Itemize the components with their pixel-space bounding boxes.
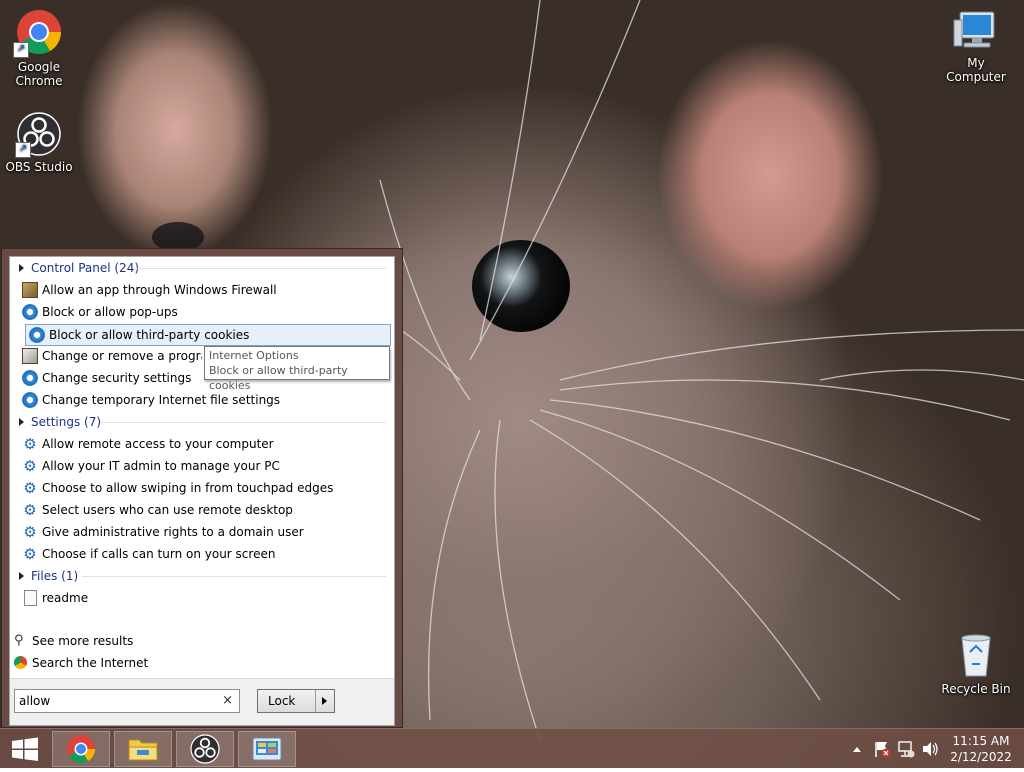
category-files[interactable]: Files (1) (19, 566, 78, 586)
chrome-icon (14, 656, 27, 669)
firewall-icon (22, 282, 38, 298)
power-options-arrow-icon[interactable] (315, 690, 334, 712)
programs-icon (22, 348, 38, 364)
result-allow-remote-access[interactable]: ⚙ Allow remote access to your computer (18, 434, 384, 454)
search-icon: ⚲ (14, 633, 24, 648)
result-allow-app-firewall[interactable]: Allow an app through Windows Firewall (18, 280, 384, 300)
chrome-icon: ↗ (13, 8, 63, 58)
recycle-bin-icon (952, 630, 1000, 678)
desktop-icon-obs[interactable]: ↗ OBS Studio (1, 112, 77, 174)
desktop-icon-my-computer[interactable]: My Computer (936, 10, 1016, 84)
taskbar: 11:15 AM 2/12/2022 (0, 728, 1024, 768)
network-icon (898, 741, 915, 758)
result-touchpad-swiping[interactable]: ⚙ Choose to allow swiping in from touchp… (18, 478, 384, 498)
file-explorer-icon (128, 739, 158, 761)
gear-icon: ⚙ (23, 523, 37, 541)
gear-icon: ⚙ (23, 435, 37, 453)
desktop-icon-chrome[interactable]: ↗ Google Chrome (1, 8, 77, 88)
taskbar-file-explorer-button[interactable] (114, 731, 172, 767)
clock-time: 11:15 AM (952, 734, 1010, 748)
start-button[interactable] (0, 729, 48, 769)
gear-icon: ⚙ (23, 457, 37, 475)
taskbar-chrome-button[interactable] (52, 731, 110, 767)
result-block-popups[interactable]: Block or allow pop-ups (18, 302, 384, 322)
speaker-icon (923, 742, 938, 756)
result-allow-it-admin[interactable]: ⚙ Allow your IT admin to manage your PC (18, 456, 384, 476)
clock-date: 2/12/2022 (950, 750, 1012, 764)
clear-search-icon[interactable]: × (222, 693, 233, 708)
system-clock[interactable]: 11:15 AM 2/12/2022 (944, 733, 1018, 765)
tooltip-text: Block or allow third-party cookies (209, 364, 348, 392)
network-button[interactable] (896, 729, 916, 769)
gear-icon: ⚙ (23, 501, 37, 519)
tooltip: Internet Options Block or allow third-pa… (204, 346, 390, 392)
result-readme[interactable]: readme (18, 588, 384, 608)
result-calls-turn-on-screen[interactable]: ⚙ Choose if calls can turn on your scree… (18, 544, 384, 564)
expand-arrow-icon (19, 264, 24, 272)
obs-icon (190, 734, 220, 764)
internet-options-icon (22, 392, 38, 408)
search-input[interactable] (19, 691, 209, 711)
result-remote-desktop-users[interactable]: ⚙ Select users who can use remote deskto… (18, 500, 384, 520)
desktop-icon-label: My Computer (946, 56, 1006, 84)
result-block-third-party-cookies[interactable]: Block or allow third-party cookies (25, 324, 391, 346)
gear-icon: ⚙ (23, 479, 37, 497)
show-hidden-icons-button[interactable] (850, 729, 864, 769)
volume-button[interactable] (920, 729, 940, 769)
computer-icon (952, 10, 1000, 52)
desktop-icon-recycle-bin[interactable]: Recycle Bin (936, 630, 1016, 696)
category-divider (100, 422, 386, 423)
internet-options-icon (29, 327, 45, 343)
flag-icon (875, 742, 891, 758)
shortcut-arrow-icon: ↗ (15, 142, 31, 158)
action-center-button[interactable] (872, 729, 892, 769)
result-temp-internet-files[interactable]: Change temporary Internet file settings (18, 390, 384, 410)
windows-logo-icon (12, 737, 38, 761)
result-admin-rights-domain-user[interactable]: ⚙ Give administrative rights to a domain… (18, 522, 384, 542)
desktop-icon-label: Recycle Bin (941, 682, 1011, 696)
taskbar-control-panel-button[interactable] (238, 731, 296, 767)
control-panel-icon (252, 737, 282, 761)
search-internet-link[interactable]: Search the Internet (14, 653, 148, 673)
category-control-panel[interactable]: Control Panel (24) (19, 258, 139, 278)
desktop-icon-label: OBS Studio (5, 160, 73, 174)
expand-arrow-icon (19, 572, 24, 580)
internet-options-icon (22, 304, 38, 320)
internet-options-icon (22, 370, 38, 386)
taskbar-obs-button[interactable] (176, 731, 234, 767)
start-search-box[interactable]: × (14, 689, 240, 713)
tooltip-title: Internet Options (209, 349, 299, 362)
see-more-results-link[interactable]: ⚲ See more results (14, 631, 133, 651)
category-divider (82, 576, 386, 577)
lock-button[interactable]: Lock (268, 694, 295, 708)
chevron-up-icon (853, 747, 861, 752)
expand-arrow-icon (19, 418, 24, 426)
category-settings[interactable]: Settings (7) (19, 412, 101, 432)
category-divider (134, 268, 386, 269)
shortcut-arrow-icon: ↗ (13, 42, 29, 58)
text-file-icon (24, 590, 37, 606)
chrome-icon (67, 735, 95, 763)
power-button-group: Lock (257, 689, 335, 713)
gear-icon: ⚙ (23, 545, 37, 563)
obs-icon: ↗ (15, 112, 61, 158)
result-change-remove-program[interactable]: Change or remove a program (18, 346, 202, 366)
desktop-icon-label: Google Chrome (15, 60, 63, 88)
